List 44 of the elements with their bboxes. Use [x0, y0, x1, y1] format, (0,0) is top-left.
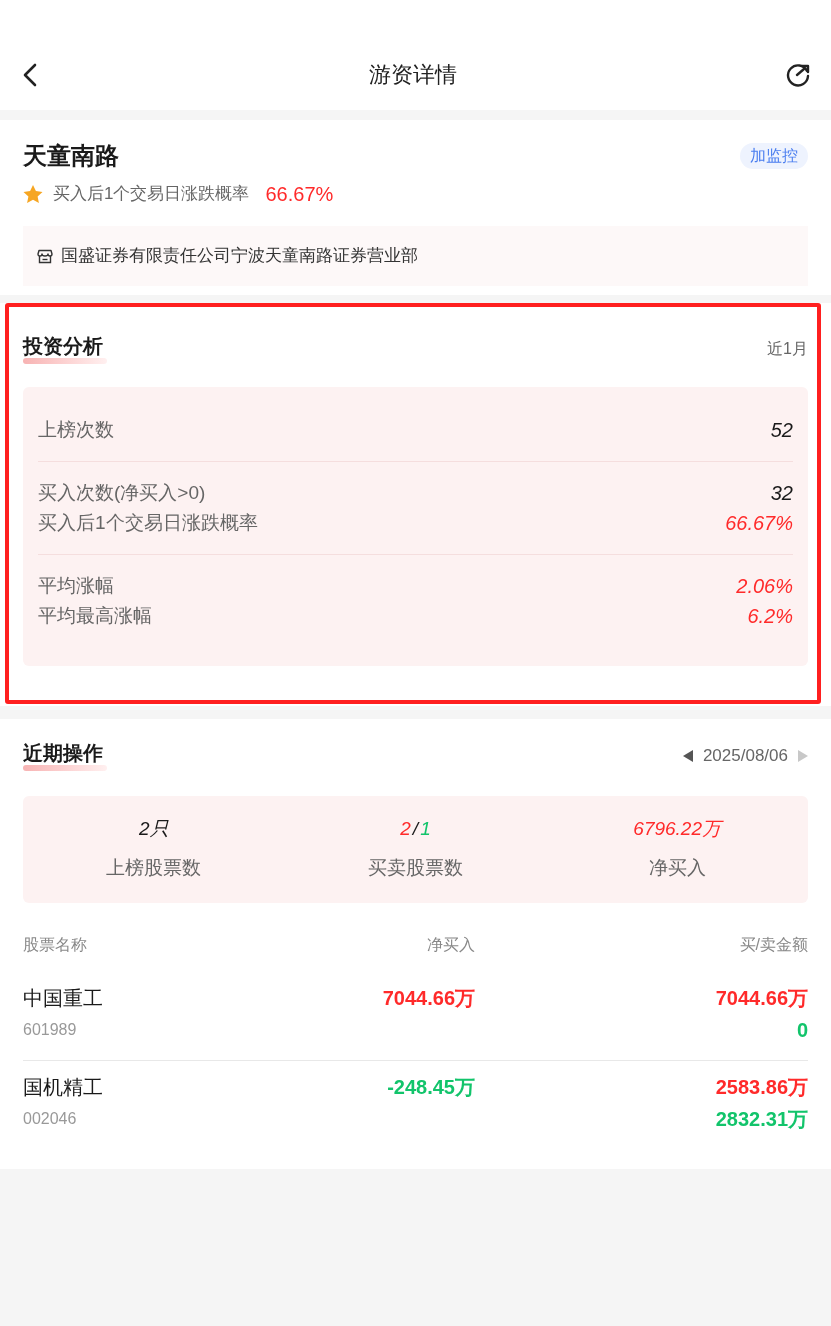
stat-label: 买入后1个交易日涨跌概率 — [38, 510, 258, 535]
sell-count: 1 — [420, 817, 431, 841]
sell-amount: 0 — [796, 1018, 808, 1043]
stock-name[interactable]: 国机精工 — [23, 1072, 103, 1102]
column-header: 股票名称 — [23, 935, 88, 955]
stat-label: 上榜次数 — [38, 417, 114, 442]
buy-amount: 7044.66万 — [715, 986, 808, 1011]
stock-code: 601989 — [23, 1020, 77, 1040]
refresh-icon[interactable] — [785, 62, 811, 88]
stat-label: 买入次数(净买入>0) — [38, 480, 206, 505]
period-label: 近1月 — [767, 339, 808, 359]
stat-value: 32 — [770, 481, 793, 506]
summary-label: 净买入 — [648, 856, 706, 880]
sell-amount: 2832.31万 — [715, 1107, 808, 1132]
page-title: 游资详情 — [368, 61, 457, 89]
date-label: 2025/08/06 — [702, 745, 788, 768]
stat-value: 66.67% — [725, 511, 793, 536]
column-header: 净买入 — [426, 935, 475, 955]
stock-name[interactable]: 中国重工 — [23, 983, 103, 1013]
net-buy-amount: -248.45万 — [387, 1075, 475, 1100]
stock-code: 002046 — [23, 1109, 77, 1129]
net-buy-amount: 7044.66万 — [382, 986, 475, 1011]
stat-value: 6.2% — [747, 604, 793, 629]
stat-label: 平均最高涨幅 — [38, 603, 152, 628]
summary-label: 上榜股票数 — [106, 856, 202, 880]
section-title: 投资分析 — [23, 334, 104, 358]
add-monitor-button[interactable]: 加监控 — [740, 143, 808, 169]
rate-value: 66.67% — [265, 182, 334, 207]
stat-value: 52 — [770, 418, 793, 443]
stat-label: 平均涨幅 — [38, 573, 114, 598]
column-header: 买/卖金额 — [738, 935, 808, 955]
store-icon — [37, 248, 53, 264]
buy-count: 2 — [400, 817, 411, 841]
trader-name: 天童南路 — [23, 141, 119, 171]
star-icon — [23, 184, 43, 204]
branch-name: 国盛证券有限责任公司宁波天童南路证券营业部 — [61, 245, 418, 268]
triangle-left-icon[interactable] — [682, 750, 693, 762]
rate-label: 买入后1个交易日涨跌概率 — [53, 183, 250, 206]
separator: / — [412, 817, 419, 841]
buy-amount: 2583.86万 — [715, 1075, 808, 1100]
section-title: 近期操作 — [23, 741, 104, 765]
summary-label: 买卖股票数 — [368, 856, 463, 880]
stat-value: 2.06% — [736, 574, 793, 599]
summary-value: 2只 — [139, 817, 169, 841]
